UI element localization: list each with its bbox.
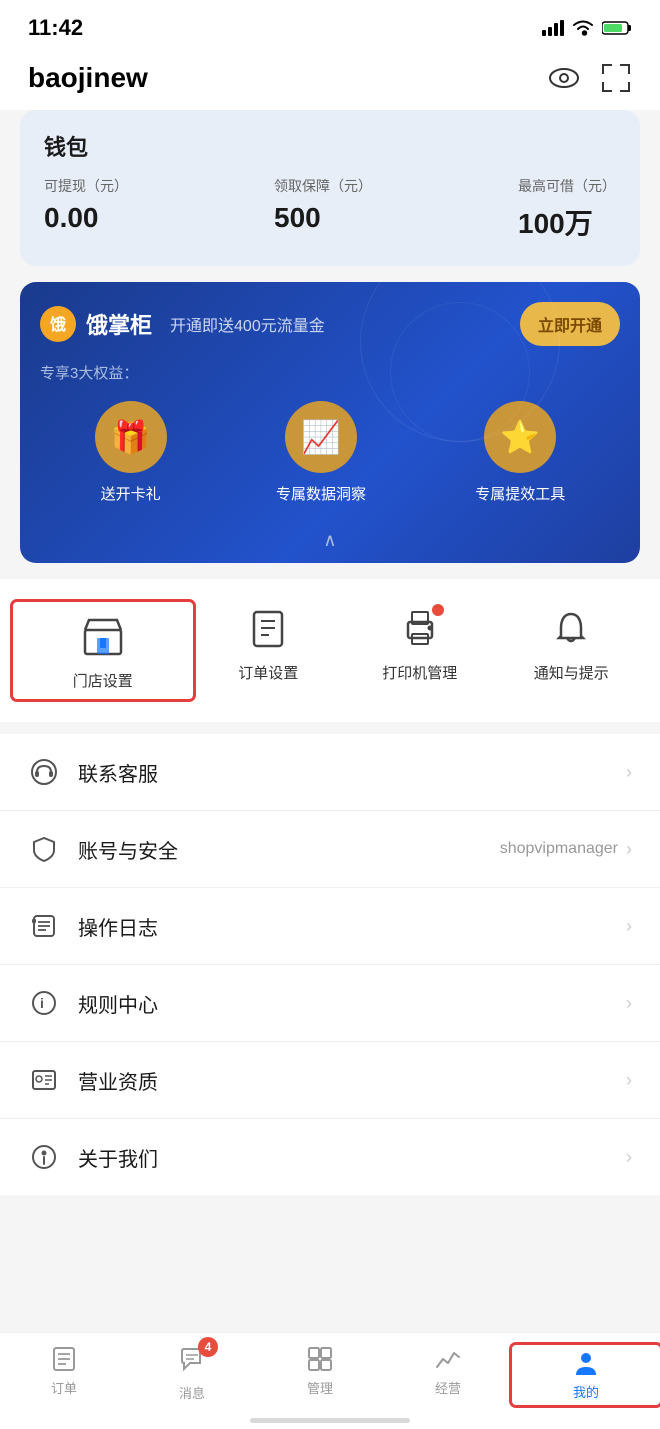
menu-section: 联系客服 › 账号与安全 shopvipmanager › (0, 734, 660, 1195)
bottom-nav: 订单 4 消息 管理 经营 我的 (0, 1332, 660, 1429)
wallet-value-0: 0.00 (44, 202, 128, 234)
promo-items: 🎁 送开卡礼 📈 专属数据洞察 ⭐ 专属提效工具 (40, 401, 620, 524)
nav-item-manage[interactable]: 管理 (256, 1345, 384, 1405)
account-security-arrow: › (626, 839, 632, 860)
status-bar: 11:42 (0, 0, 660, 50)
quick-action-notify[interactable]: 通知与提示 (496, 602, 648, 699)
notify-icon (545, 602, 597, 654)
promo-item-label-2: 专属提效工具 (475, 483, 565, 504)
business-license-icon (28, 1064, 60, 1096)
wallet-stat-guarantee: 领取保障（元） 500 (274, 176, 372, 242)
wallet-title: 钱包 (44, 130, 616, 162)
store-icon (77, 610, 129, 662)
status-icons (542, 20, 632, 36)
nav-stats-icon (434, 1345, 462, 1373)
order-label: 订单设置 (238, 662, 298, 683)
promo-item-data: 📈 专属数据洞察 (276, 401, 366, 504)
account-security-value: shopvipmanager (500, 840, 618, 858)
wallet-label-1: 领取保障（元） (274, 176, 372, 196)
notify-label: 通知与提示 (534, 662, 609, 683)
message-badge: 4 (198, 1337, 218, 1357)
about-icon (28, 1141, 60, 1173)
promo-banner[interactable]: 饿 饿掌柜 开通即送400元流量金 立即开通 专享3大权益： 🎁 送开卡礼 📈 … (20, 282, 640, 563)
wallet-value-2: 100万 (518, 202, 616, 242)
nav-mine-label: 我的 (573, 1382, 599, 1401)
menu-item-about[interactable]: 关于我们 › (0, 1119, 660, 1195)
account-security-icon (28, 833, 60, 865)
business-license-label: 营业资质 (78, 1066, 626, 1095)
wallet-stat-max-borrow: 最高可借（元） 100万 (518, 176, 616, 242)
svg-text:饿: 饿 (49, 315, 66, 334)
quick-action-printer[interactable]: 打印机管理 (344, 602, 496, 699)
customer-service-icon (28, 756, 60, 788)
nav-mine-icon (572, 1349, 600, 1377)
nav-manage-icon (306, 1345, 334, 1373)
nav-item-message[interactable]: 4 消息 (128, 1345, 256, 1405)
promo-logo-text: 饿掌柜 (86, 308, 152, 340)
quick-action-store[interactable]: 门店设置 (13, 602, 193, 699)
promo-logo: 饿 饿掌柜 开通即送400元流量金 (40, 306, 325, 342)
nav-order-icon (50, 1345, 78, 1373)
promo-logo-icon: 饿 (40, 306, 76, 342)
nav-manage-label: 管理 (307, 1378, 333, 1397)
wallet-card: 钱包 可提现（元） 0.00 领取保障（元） 500 最高可借（元） 100万 (20, 110, 640, 266)
wallet-stats: 可提现（元） 0.00 领取保障（元） 500 最高可借（元） 100万 (44, 176, 616, 242)
header: baojinew (0, 50, 660, 110)
home-indicator (250, 1418, 410, 1423)
menu-item-account-security[interactable]: 账号与安全 shopvipmanager › (0, 811, 660, 888)
wallet-label-2: 最高可借（元） (518, 176, 616, 196)
nav-item-order[interactable]: 订单 (0, 1345, 128, 1405)
operation-log-arrow: › (626, 916, 632, 937)
status-time: 11:42 (28, 15, 83, 41)
promo-item-label-0: 送开卡礼 (101, 483, 161, 504)
menu-item-rules-center[interactable]: i 规则中心 › (0, 965, 660, 1042)
rules-center-icon: i (28, 987, 60, 1019)
promo-data-icon: 📈 (285, 401, 357, 473)
store-label: 门店设置 (73, 670, 133, 691)
promo-item-label-1: 专属数据洞察 (276, 483, 366, 504)
wallet-stat-withdrawable: 可提现（元） 0.00 (44, 176, 128, 242)
business-license-arrow: › (626, 1070, 632, 1091)
nav-stats-label: 经营 (435, 1378, 461, 1397)
menu-item-operation-log[interactable]: 操作日志 › (0, 888, 660, 965)
menu-item-customer-service[interactable]: 联系客服 › (0, 734, 660, 811)
printer-label: 打印机管理 (382, 662, 457, 683)
quick-action-order[interactable]: 订单设置 (193, 602, 345, 699)
promo-collapse-chevron[interactable]: ∧ (40, 524, 620, 563)
menu-item-business-license[interactable]: 营业资质 › (0, 1042, 660, 1119)
promo-gift-icon: 🎁 (95, 401, 167, 473)
quick-actions: 门店设置 订单设置 (0, 579, 660, 722)
about-label: 关于我们 (78, 1143, 626, 1172)
header-actions (548, 62, 632, 94)
signal-icon (542, 20, 564, 36)
customer-service-arrow: › (626, 762, 632, 783)
battery-icon (602, 20, 632, 36)
svg-text:i: i (40, 995, 44, 1011)
nav-item-mine[interactable]: 我的 (512, 1345, 660, 1405)
customer-service-label: 联系客服 (78, 758, 626, 787)
eye-icon[interactable] (548, 67, 580, 89)
rules-center-label: 规则中心 (78, 989, 626, 1018)
operation-log-label: 操作日志 (78, 912, 626, 941)
wallet-value-1: 500 (274, 202, 372, 234)
promo-tagline: 开通即送400元流量金 (170, 312, 325, 336)
operation-log-icon (28, 910, 60, 942)
nav-message-label: 消息 (179, 1383, 205, 1402)
promo-item-gift: 🎁 送开卡礼 (95, 401, 167, 504)
nav-order-label: 订单 (51, 1378, 77, 1397)
printer-icon (394, 602, 446, 654)
about-arrow: › (626, 1147, 632, 1168)
nav-item-stats[interactable]: 经营 (384, 1345, 512, 1405)
order-icon (242, 602, 294, 654)
rules-center-arrow: › (626, 993, 632, 1014)
account-security-label: 账号与安全 (78, 835, 500, 864)
wallet-label-0: 可提现（元） (44, 176, 128, 196)
wifi-icon (572, 20, 594, 36)
app-title: baojinew (28, 62, 148, 94)
scan-icon[interactable] (600, 62, 632, 94)
